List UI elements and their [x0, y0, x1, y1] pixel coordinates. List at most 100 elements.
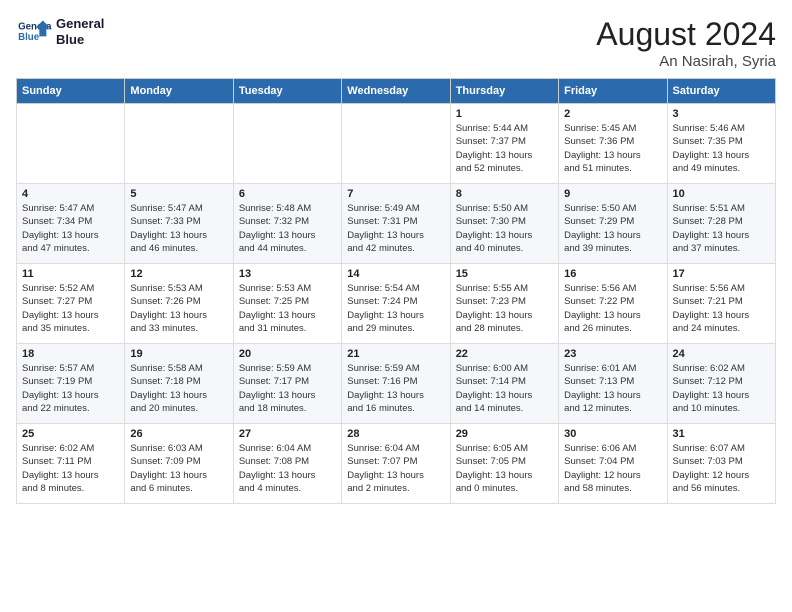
day-number: 31	[673, 428, 770, 440]
day-number: 19	[130, 348, 227, 360]
day-cell: 17Sunrise: 5:56 AMSunset: 7:21 PMDayligh…	[667, 264, 775, 344]
day-cell: 15 Sunrise: 5:55 AMSunset: 7:23 PMDayligh…	[450, 264, 558, 344]
weekday-header-friday: Friday	[559, 79, 667, 104]
day-info: Sunrise: 5:45 AMSunset: 7:36 PMDaylight:…	[564, 122, 661, 175]
weekday-header-row: SundayMondayTuesdayWednesdayThursdayFrid…	[17, 79, 776, 104]
day-info: Sunrise: 5:49 AMSunset: 7:31 PMDaylight:…	[347, 202, 444, 255]
day-info: Sunrise: 5:48 AMSunset: 7:32 PMDaylight:…	[239, 202, 336, 255]
logo-icon: General Blue	[16, 17, 52, 47]
day-number: 8	[456, 188, 553, 200]
location-subtitle: An Nasirah, Syria	[596, 53, 776, 70]
day-info: Sunrise: 5:56 AMSunset: 7:22 PMDaylight:…	[564, 282, 661, 335]
day-number: 6	[239, 188, 336, 200]
day-number: 21	[347, 348, 444, 360]
day-cell: 11Sunrise: 5:52 AMSunset: 7:27 PMDayligh…	[17, 264, 125, 344]
day-number: 7	[347, 188, 444, 200]
page-header: General Blue General Blue August 2024 An…	[16, 16, 776, 70]
day-info: Sunrise: 5:47 AMSunset: 7:34 PMDaylight:…	[22, 202, 119, 255]
day-cell: 3 Sunrise: 5:46 AMSunset: 7:35 PMDaylight…	[667, 104, 775, 184]
week-row-2: 4 Sunrise: 5:47 AMSunset: 7:34 PMDaylight…	[17, 184, 776, 264]
day-number: 14	[347, 268, 444, 280]
weekday-header-tuesday: Tuesday	[233, 79, 341, 104]
day-info: Sunrise: 6:07 AMSunset: 7:03 PMDaylight:…	[673, 442, 770, 495]
day-number: 5	[130, 188, 227, 200]
day-cell: 26 Sunrise: 6:03 AMSunset: 7:09 PMDayligh…	[125, 424, 233, 504]
day-cell: 24 Sunrise: 6:02 AMSunset: 7:12 PMDayligh…	[667, 344, 775, 424]
day-number: 26	[130, 428, 227, 440]
day-cell: 6 Sunrise: 5:48 AMSunset: 7:32 PMDaylight…	[233, 184, 341, 264]
day-cell: 10Sunrise: 5:51 AMSunset: 7:28 PMDayligh…	[667, 184, 775, 264]
day-cell: 7 Sunrise: 5:49 AMSunset: 7:31 PMDaylight…	[342, 184, 450, 264]
week-row-1: 1Sunrise: 5:44 AMSunset: 7:37 PMDaylight…	[17, 104, 776, 184]
day-number: 24	[673, 348, 770, 360]
day-number: 29	[456, 428, 553, 440]
day-cell: 25Sunrise: 6:02 AMSunset: 7:11 PMDayligh…	[17, 424, 125, 504]
title-area: August 2024 An Nasirah, Syria	[596, 16, 776, 70]
day-cell: 2 Sunrise: 5:45 AMSunset: 7:36 PMDaylight…	[559, 104, 667, 184]
day-number: 3	[673, 108, 770, 120]
month-year-title: August 2024	[596, 16, 776, 53]
day-info: Sunrise: 6:06 AMSunset: 7:04 PMDaylight:…	[564, 442, 661, 495]
day-number: 16	[564, 268, 661, 280]
weekday-header-wednesday: Wednesday	[342, 79, 450, 104]
day-cell	[17, 104, 125, 184]
week-row-4: 18Sunrise: 5:57 AMSunset: 7:19 PMDayligh…	[17, 344, 776, 424]
day-cell: 21Sunrise: 5:59 AMSunset: 7:16 PMDayligh…	[342, 344, 450, 424]
logo-text: General Blue	[56, 16, 104, 47]
day-number: 20	[239, 348, 336, 360]
weekday-header-saturday: Saturday	[667, 79, 775, 104]
day-number: 18	[22, 348, 119, 360]
day-number: 13	[239, 268, 336, 280]
svg-text:Blue: Blue	[18, 32, 40, 43]
day-cell	[342, 104, 450, 184]
day-info: Sunrise: 5:58 AMSunset: 7:18 PMDaylight:…	[130, 362, 227, 415]
calendar-table: SundayMondayTuesdayWednesdayThursdayFrid…	[16, 78, 776, 504]
day-cell: 18Sunrise: 5:57 AMSunset: 7:19 PMDayligh…	[17, 344, 125, 424]
week-row-5: 25Sunrise: 6:02 AMSunset: 7:11 PMDayligh…	[17, 424, 776, 504]
day-info: Sunrise: 5:50 AMSunset: 7:30 PMDaylight:…	[456, 202, 553, 255]
day-cell: 8 Sunrise: 5:50 AMSunset: 7:30 PMDaylight…	[450, 184, 558, 264]
day-info: Sunrise: 5:59 AMSunset: 7:17 PMDaylight:…	[239, 362, 336, 415]
day-number: 15	[456, 268, 553, 280]
day-cell: 1Sunrise: 5:44 AMSunset: 7:37 PMDaylight…	[450, 104, 558, 184]
day-cell	[233, 104, 341, 184]
day-number: 28	[347, 428, 444, 440]
day-cell: 14Sunrise: 5:54 AMSunset: 7:24 PMDayligh…	[342, 264, 450, 344]
day-cell: 12 Sunrise: 5:53 AMSunset: 7:26 PMDayligh…	[125, 264, 233, 344]
day-info: Sunrise: 6:04 AMSunset: 7:08 PMDaylight:…	[239, 442, 336, 495]
week-row-3: 11Sunrise: 5:52 AMSunset: 7:27 PMDayligh…	[17, 264, 776, 344]
day-cell: 27 Sunrise: 6:04 AMSunset: 7:08 PMDayligh…	[233, 424, 341, 504]
day-info: Sunrise: 5:50 AMSunset: 7:29 PMDaylight:…	[564, 202, 661, 255]
weekday-header-monday: Monday	[125, 79, 233, 104]
day-number: 17	[673, 268, 770, 280]
day-info: Sunrise: 5:53 AMSunset: 7:26 PMDaylight:…	[130, 282, 227, 335]
day-cell: 19 Sunrise: 5:58 AMSunset: 7:18 PMDayligh…	[125, 344, 233, 424]
day-number: 4	[22, 188, 119, 200]
day-cell: 9Sunrise: 5:50 AMSunset: 7:29 PMDaylight…	[559, 184, 667, 264]
day-info: Sunrise: 6:02 AMSunset: 7:11 PMDaylight:…	[22, 442, 119, 495]
logo: General Blue General Blue	[16, 16, 104, 47]
day-info: Sunrise: 5:52 AMSunset: 7:27 PMDaylight:…	[22, 282, 119, 335]
day-info: Sunrise: 5:47 AMSunset: 7:33 PMDaylight:…	[130, 202, 227, 255]
day-info: Sunrise: 5:51 AMSunset: 7:28 PMDaylight:…	[673, 202, 770, 255]
day-number: 23	[564, 348, 661, 360]
day-info: Sunrise: 5:55 AMSunset: 7:23 PMDaylight:…	[456, 282, 553, 335]
day-number: 2	[564, 108, 661, 120]
day-cell: 13 Sunrise: 5:53 AMSunset: 7:25 PMDayligh…	[233, 264, 341, 344]
day-cell: 5 Sunrise: 5:47 AMSunset: 7:33 PMDaylight…	[125, 184, 233, 264]
day-number: 27	[239, 428, 336, 440]
day-info: Sunrise: 6:00 AMSunset: 7:14 PMDaylight:…	[456, 362, 553, 415]
day-cell: 28Sunrise: 6:04 AMSunset: 7:07 PMDayligh…	[342, 424, 450, 504]
day-info: Sunrise: 6:02 AMSunset: 7:12 PMDaylight:…	[673, 362, 770, 415]
weekday-header-sunday: Sunday	[17, 79, 125, 104]
day-info: Sunrise: 6:05 AMSunset: 7:05 PMDaylight:…	[456, 442, 553, 495]
day-number: 1	[456, 108, 553, 120]
day-cell: 23Sunrise: 6:01 AMSunset: 7:13 PMDayligh…	[559, 344, 667, 424]
day-cell: 16 Sunrise: 5:56 AMSunset: 7:22 PMDayligh…	[559, 264, 667, 344]
day-info: Sunrise: 5:46 AMSunset: 7:35 PMDaylight:…	[673, 122, 770, 175]
day-info: Sunrise: 6:03 AMSunset: 7:09 PMDaylight:…	[130, 442, 227, 495]
day-cell: 20 Sunrise: 5:59 AMSunset: 7:17 PMDayligh…	[233, 344, 341, 424]
day-number: 12	[130, 268, 227, 280]
day-cell: 4 Sunrise: 5:47 AMSunset: 7:34 PMDaylight…	[17, 184, 125, 264]
day-info: Sunrise: 5:53 AMSunset: 7:25 PMDaylight:…	[239, 282, 336, 335]
